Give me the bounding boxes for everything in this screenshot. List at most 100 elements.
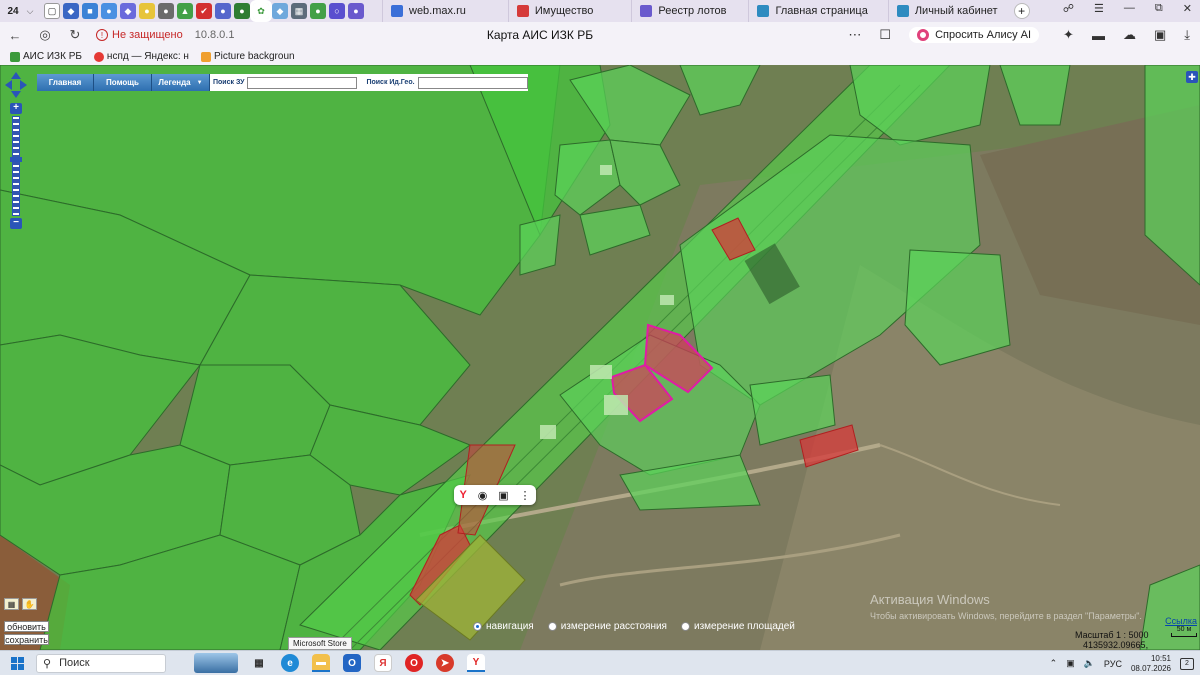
refresh-button[interactable]: обновить xyxy=(4,621,49,632)
notifications-icon[interactable]: 2 xyxy=(1180,657,1194,670)
search-zu-input[interactable] xyxy=(247,76,358,89)
restore-icon[interactable]: ⧉ xyxy=(1155,2,1163,15)
tab-strip: 24 ⌵ ▢ ◆ ■ ● ◆ ● ● ▲ ✔ ● ● ✿ ◆ ▦ ● ○ ● w… xyxy=(0,0,1200,22)
chevron-down-icon[interactable]: ⌵ xyxy=(22,6,38,17)
pinned-tab-icon[interactable]: ● xyxy=(310,3,326,19)
puzzle-icon[interactable]: ☁ xyxy=(1123,27,1136,43)
gerb-icon xyxy=(640,5,653,17)
bookmark-picture[interactable]: Picture backgroun xyxy=(200,51,295,62)
eye-icon[interactable]: ◉ xyxy=(478,489,488,502)
pinned-tab-icon[interactable]: ◆ xyxy=(63,3,79,19)
pinned-tab-icon[interactable]: ● xyxy=(348,3,364,19)
insecure-badge[interactable]: ! Не защищено xyxy=(96,29,183,41)
volume-icon[interactable]: 🔈 xyxy=(1084,658,1095,669)
network-icon[interactable]: ▣ xyxy=(1066,658,1075,669)
tab-glavnaya[interactable]: Главная страница xyxy=(748,0,875,22)
pinned-tab-icon[interactable]: ● xyxy=(158,3,174,19)
active-tab-icon[interactable]: ✿ xyxy=(250,0,272,22)
clock[interactable]: 10:51 08.07.2026 xyxy=(1131,654,1171,674)
reload-icon[interactable]: ↻ xyxy=(64,27,86,43)
widget-thumbnail[interactable] xyxy=(194,653,238,673)
close-icon[interactable]: ✕ xyxy=(1183,2,1192,15)
gosuslugi-icon xyxy=(896,5,909,17)
radio-distance[interactable] xyxy=(547,622,557,631)
tab-reestr-lotov[interactable]: Реестр лотов xyxy=(631,0,734,22)
vpn-icon[interactable]: ▬ xyxy=(1092,28,1105,43)
pinned-tab-icon[interactable]: ● xyxy=(139,3,155,19)
mode-area[interactable]: измерение площадей xyxy=(680,621,795,632)
tab-web-max[interactable]: web.max.ru xyxy=(382,0,474,22)
profile-icon[interactable]: ▣ xyxy=(1154,27,1166,43)
outlook-icon[interactable]: O xyxy=(343,654,361,672)
select-tool-icon[interactable]: ▦ xyxy=(4,598,19,610)
address-bar-actions: ⋯ ☐ Спросить Алису AI ✦ ▬ ☁ ▣ ⤓ xyxy=(848,22,1200,48)
yandex-icon[interactable]: Y xyxy=(467,654,485,672)
pinned-tab-icon[interactable]: ■ xyxy=(82,3,98,19)
mode-navigation[interactable]: навигация xyxy=(473,621,534,632)
search-geo-input[interactable] xyxy=(417,76,528,89)
alice-button[interactable]: Спросить Алису AI xyxy=(909,27,1040,43)
camera-icon[interactable]: ▣ xyxy=(498,489,508,502)
hand-tool-icon[interactable]: ✋ xyxy=(22,598,37,610)
zoom-control[interactable]: + − xyxy=(10,103,22,239)
pinned-tab-icon[interactable]: ● xyxy=(101,3,117,19)
tab-counter[interactable]: 24 xyxy=(4,3,22,19)
zoom-handle[interactable] xyxy=(10,157,22,162)
warning-icon: ! xyxy=(96,29,108,41)
help-button[interactable]: Помощь xyxy=(94,74,152,91)
pinned-tab-icon[interactable]: ● xyxy=(234,3,250,19)
pinned-tab-icon[interactable]: ◆ xyxy=(120,3,136,19)
zoom-in-button[interactable]: + xyxy=(10,103,22,114)
minimize-icon[interactable]: — xyxy=(1124,2,1135,15)
app-icon[interactable]: ➤ xyxy=(436,654,454,672)
bookmark-collection-icon[interactable]: ☍ xyxy=(1063,2,1074,15)
pan-control[interactable] xyxy=(5,72,27,98)
menu-icon[interactable]: ☰ xyxy=(1094,2,1104,15)
bookmark-icon[interactable]: ☐ xyxy=(879,27,891,43)
task-view-icon[interactable]: ▦ xyxy=(250,654,268,672)
download-icon[interactable]: ⤓ xyxy=(1184,27,1190,43)
more-icon[interactable]: ⋯ xyxy=(848,27,861,43)
link-reference[interactable]: Ссылка xyxy=(1165,616,1197,626)
home-button[interactable]: Главная xyxy=(37,74,94,91)
mode-distance[interactable]: измерение расстояния xyxy=(547,621,667,632)
tab-imushchestvo[interactable]: Имущество xyxy=(507,0,602,22)
file-explorer-icon[interactable]: ▬ xyxy=(312,654,330,672)
reader-icon[interactable]: ◎ xyxy=(34,27,56,43)
alice-label: Спросить Алису AI xyxy=(935,29,1032,41)
address-bar: ← ◎ ↻ ! Не защищено 10.8.0.1 Карта АИС И… xyxy=(0,22,1200,48)
radio-area[interactable] xyxy=(680,622,690,631)
bookmark-ais-izk[interactable]: АИС ИЗК РБ xyxy=(10,51,82,62)
zoom-out-button[interactable]: − xyxy=(10,218,22,229)
windows-start-icon[interactable] xyxy=(6,656,28,670)
pinned-tab-icon[interactable]: ✔ xyxy=(196,3,212,19)
pinned-tab-icon[interactable]: ▲ xyxy=(177,3,193,19)
tab-lichny-kabinet[interactable]: Личный кабинет xyxy=(887,0,1006,22)
back-icon[interactable]: ← xyxy=(4,28,26,43)
gosuslugi-icon xyxy=(757,5,770,17)
yandex-icon[interactable]: Y xyxy=(459,489,466,501)
pinned-tab-icon[interactable]: ○ xyxy=(329,3,345,19)
save-button[interactable]: сохранить xyxy=(4,634,49,645)
opera-icon[interactable]: O xyxy=(405,654,423,672)
url-field[interactable]: 10.8.0.1 xyxy=(195,29,235,41)
new-tab-button[interactable]: + xyxy=(1013,3,1030,19)
document-icon[interactable]: ▢ xyxy=(44,3,60,19)
chevron-up-icon[interactable]: ⌃ xyxy=(1050,658,1058,669)
bookmark-nspd[interactable]: нспд — Яндекс: н xyxy=(93,51,189,62)
more-vertical-icon[interactable]: ⋮ xyxy=(520,489,531,502)
pinned-tab-icon[interactable]: ▦ xyxy=(291,3,307,19)
language-indicator[interactable]: РУС xyxy=(1104,659,1122,669)
map-view[interactable]: + − Главная Помощь Легенда ▼ Поиск ЗУ По… xyxy=(0,65,1200,650)
taskbar-search[interactable]: ⚲ Поиск xyxy=(36,653,166,673)
extensions-icon[interactable]: ✦ xyxy=(1063,27,1074,43)
yandex-browser-icon[interactable]: Я xyxy=(374,654,392,672)
zoom-slider[interactable] xyxy=(10,116,22,216)
pinned-tab-icon[interactable]: ◆ xyxy=(272,3,288,19)
radio-navigation[interactable] xyxy=(473,622,482,631)
pinned-tab-icon[interactable]: ● xyxy=(215,3,231,19)
edge-icon[interactable]: e xyxy=(281,654,299,672)
expand-arrow-icon[interactable]: ✚ xyxy=(1186,71,1198,83)
legend-button[interactable]: Легенда ▼ xyxy=(152,74,210,91)
bookmarks-bar: АИС ИЗК РБ нспд — Яндекс: н Picture back… xyxy=(0,48,1200,65)
